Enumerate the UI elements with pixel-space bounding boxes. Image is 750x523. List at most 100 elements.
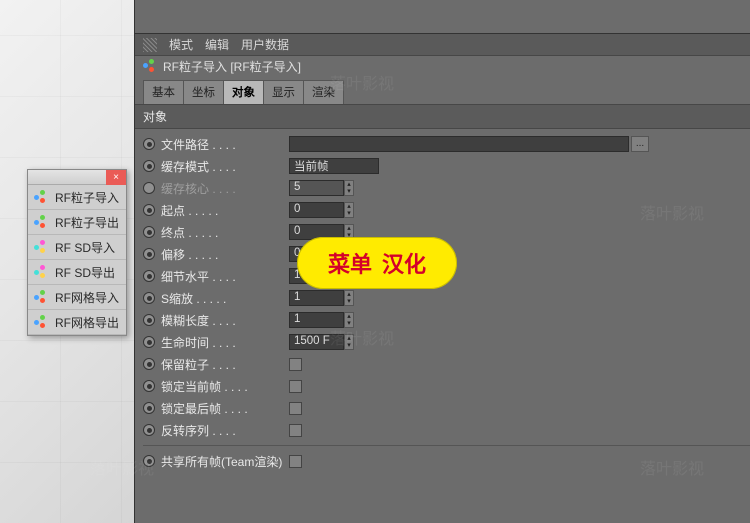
prop-终点: 终点 . . . . .0▴▾	[143, 221, 750, 243]
prop-label: 保留粒子 . . . .	[161, 356, 289, 373]
palette-item-label: RF SD导出	[55, 264, 115, 281]
palette-item-label: RF网格导出	[55, 314, 119, 331]
prop-label: 生命时间 . . . .	[161, 334, 289, 351]
particle-icon	[34, 315, 49, 330]
attributes-menubar: 模式 编辑 用户数据	[135, 34, 750, 56]
prop-label: 共享所有帧(Team渲染)	[161, 453, 289, 470]
filepath-input[interactable]	[289, 136, 629, 152]
palette-titlebar[interactable]: ×	[28, 170, 126, 185]
particle-icon	[34, 290, 49, 305]
palette-item-RF SD导出[interactable]: RF SD导出	[28, 260, 126, 285]
prop-锁定当前帧: 锁定当前帧 . . . .	[143, 375, 750, 397]
checkbox[interactable]	[289, 402, 302, 415]
radio-icon[interactable]	[143, 182, 155, 194]
prop-label: 锁定当前帧 . . . .	[161, 378, 289, 395]
prop-锁定最后帧: 锁定最后帧 . . . .	[143, 397, 750, 419]
checkbox[interactable]	[289, 424, 302, 437]
palette-item-label: RF粒子导入	[55, 189, 119, 206]
properties-list: 文件路径 . . . ....缓存模式 . . . .当前帧缓存核心 . . .…	[135, 129, 750, 476]
radio-icon[interactable]	[143, 358, 155, 370]
palette-item-label: RF网格导入	[55, 289, 119, 306]
prop-起点: 起点 . . . . .0▴▾	[143, 199, 750, 221]
prop-label: 细节水平 . . . .	[161, 268, 289, 285]
numeric-input[interactable]: 1	[289, 290, 344, 306]
radio-icon[interactable]	[143, 204, 155, 216]
radio-icon[interactable]	[143, 270, 155, 282]
close-icon[interactable]: ×	[106, 170, 126, 185]
radio-icon[interactable]	[143, 248, 155, 260]
prop-反转序列: 反转序列 . . . .	[143, 419, 750, 441]
checkbox[interactable]	[289, 455, 302, 468]
checkbox[interactable]	[289, 380, 302, 393]
palette-item-RF粒子导入[interactable]: RF粒子导入	[28, 185, 126, 210]
palette-item-RF网格导入[interactable]: RF网格导入	[28, 285, 126, 310]
stepper-icon[interactable]: ▴▾	[344, 312, 354, 328]
particle-icon	[34, 190, 49, 205]
radio-icon[interactable]	[143, 336, 155, 348]
stepper-icon[interactable]: ▴▾	[344, 202, 354, 218]
menu-mode[interactable]: 模式	[169, 36, 193, 53]
particle-icon	[34, 240, 49, 255]
prop-label: 偏移 . . . . .	[161, 246, 289, 263]
numeric-input[interactable]: 0	[289, 202, 344, 218]
particle-icon	[34, 215, 49, 230]
prop-label: 锁定最后帧 . . . .	[161, 400, 289, 417]
prop-label: S缩放 . . . . .	[161, 290, 289, 307]
palette-item-RF网格导出[interactable]: RF网格导出	[28, 310, 126, 335]
radio-icon[interactable]	[143, 380, 155, 392]
prop-文件路径: 文件路径 . . . ....	[143, 133, 750, 155]
radio-icon[interactable]	[143, 455, 155, 467]
object-name: RF粒子导入 [RF粒子导入]	[163, 58, 301, 75]
particle-icon	[34, 265, 49, 280]
badge-word-2: 汉化	[382, 247, 426, 279]
prop-label: 起点 . . . . .	[161, 202, 289, 219]
radio-icon[interactable]	[143, 424, 155, 436]
prop-生命时间: 生命时间 . . . .1500 F▴▾	[143, 331, 750, 353]
browse-button[interactable]: ...	[631, 136, 649, 152]
stepper-icon[interactable]: ▴▾	[344, 334, 354, 350]
radio-icon[interactable]	[143, 402, 155, 414]
drag-handle-icon[interactable]	[143, 38, 157, 52]
section-header: 对象	[135, 104, 750, 129]
prop-保留粒子: 保留粒子 . . . .	[143, 353, 750, 375]
badge-word-1: 菜单	[328, 247, 372, 279]
prop-label: 终点 . . . . .	[161, 224, 289, 241]
prop-缓存模式: 缓存模式 . . . .当前帧	[143, 155, 750, 177]
prop-label: 缓存模式 . . . .	[161, 158, 289, 175]
prop-模糊长度: 模糊长度 . . . .1▴▾	[143, 309, 750, 331]
plugin-palette[interactable]: × RF粒子导入 RF粒子导出 RF SD导入 RF SD导出 RF网格导入 RF网格导出	[27, 169, 127, 336]
menu-edit[interactable]: 编辑	[205, 36, 229, 53]
tab-显示[interactable]: 显示	[263, 80, 304, 104]
tab-坐标[interactable]: 坐标	[183, 80, 224, 104]
numeric-input[interactable]: 1500 F	[289, 334, 344, 350]
tab-对象[interactable]: 对象	[223, 80, 264, 104]
particle-icon	[143, 59, 157, 73]
radio-icon[interactable]	[143, 138, 155, 150]
prop-缓存核心: 缓存核心 . . . .5▴▾	[143, 177, 750, 199]
prop-label: 缓存核心 . . . .	[161, 180, 289, 197]
prop-label: 反转序列 . . . .	[161, 422, 289, 439]
stepper-icon[interactable]: ▴▾	[344, 180, 354, 196]
prop-共享所有帧(Team渲染): 共享所有帧(Team渲染)	[143, 450, 750, 472]
panel-top-gap	[135, 0, 750, 34]
menu-userdata[interactable]: 用户数据	[241, 36, 289, 53]
palette-item-RF SD导入[interactable]: RF SD导入	[28, 235, 126, 260]
radio-icon[interactable]	[143, 226, 155, 238]
numeric-input[interactable]: 1	[289, 312, 344, 328]
checkbox[interactable]	[289, 358, 302, 371]
stepper-icon[interactable]: ▴▾	[344, 290, 354, 306]
tab-strip: 基本坐标对象显示渲染	[135, 76, 750, 104]
prop-label: 模糊长度 . . . .	[161, 312, 289, 329]
palette-item-label: RF SD导入	[55, 239, 115, 256]
annotation-badge: 菜单 汉化	[297, 237, 457, 289]
tab-渲染[interactable]: 渲染	[303, 80, 344, 104]
radio-icon[interactable]	[143, 292, 155, 304]
radio-icon[interactable]	[143, 160, 155, 172]
tab-基本[interactable]: 基本	[143, 80, 184, 104]
palette-item-RF粒子导出[interactable]: RF粒子导出	[28, 210, 126, 235]
radio-icon[interactable]	[143, 314, 155, 326]
dropdown-缓存模式[interactable]: 当前帧	[289, 158, 379, 174]
numeric-input[interactable]: 5	[289, 180, 344, 196]
object-header: RF粒子导入 [RF粒子导入]	[135, 56, 750, 76]
prop-label: 文件路径 . . . .	[161, 136, 289, 153]
